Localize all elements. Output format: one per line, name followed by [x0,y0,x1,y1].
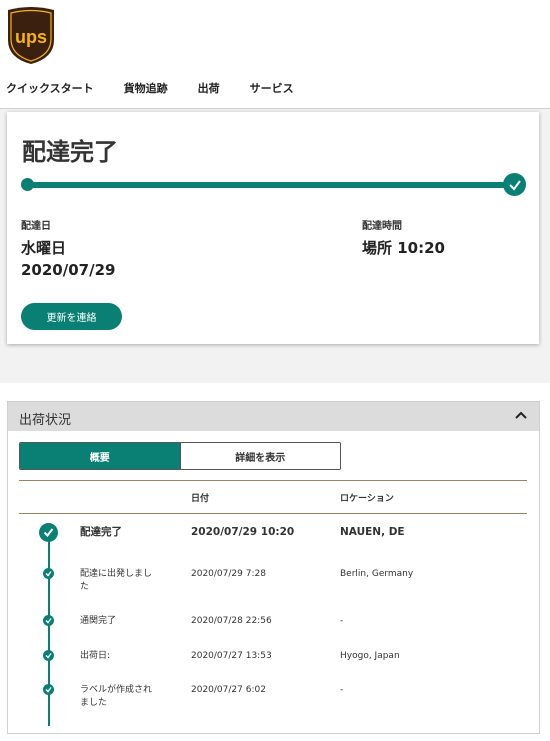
table-top-border [19,480,527,481]
event-location: Hyogo, Japan [340,651,400,661]
event-location: Berlin, Germany [340,569,414,579]
event-status: ラベルが作成されました [80,685,153,708]
event-date: 2020/07/27 6:02 [191,685,266,695]
progress-track [22,182,512,188]
site-header: ups クイックスタート 貨物追跡 出荷 サービス [0,0,550,109]
tab-summary[interactable]: 概要 [20,443,180,469]
event-date: 2020/07/29 10:20 [191,526,295,538]
ups-logo[interactable]: ups [6,6,56,66]
event-status: 通関完了 [80,616,117,626]
event-date: 2020/07/27 13:53 [191,651,272,661]
check-circle-icon [43,650,54,661]
column-location: ロケーション [340,494,394,504]
event-status: 出荷日: [80,651,111,661]
status-title: 配達完了 [22,138,118,166]
nav-services[interactable]: サービス [250,80,294,96]
shipment-progress-section: 出荷状況 概要 詳細を表示 日付 ロケーション 配達完了 2020/07/29 … [7,401,540,734]
nav-quickstart[interactable]: クイックスタート [6,80,94,96]
svg-text:ups: ups [15,27,47,47]
table-header-border [19,513,527,514]
progress-start-dot [21,178,34,191]
tab-details[interactable]: 詳細を表示 [179,443,340,469]
chevron-up-icon[interactable] [515,410,527,420]
column-date: 日付 [191,494,210,504]
delivery-weekday: 水曜日 [21,239,67,257]
delivery-time-label: 配達時間 [362,221,402,232]
view-toggle: 概要 詳細を表示 [19,442,341,470]
nav-shipping[interactable]: 出荷 [198,80,220,96]
update-contact-button[interactable]: 更新を連絡 [21,303,122,330]
event-date: 2020/07/29 7:28 [191,569,266,579]
delivery-date-label: 配達日 [21,221,51,232]
check-circle-icon [39,523,58,542]
delivery-date: 2020/07/29 [21,261,116,279]
main-nav: クイックスタート 貨物追跡 出荷 サービス [6,80,324,96]
check-circle-icon [43,615,54,626]
nav-tracking[interactable]: 貨物追跡 [124,80,168,96]
progress-complete-check-icon [503,173,526,196]
event-location: - [340,616,344,626]
check-circle-icon [43,568,54,579]
event-location: - [340,685,344,695]
event-location: NAUEN, DE [340,526,405,538]
event-status: 配達に出発しました [80,569,153,592]
delivery-time-value: 場所 10:20 [362,239,445,257]
event-status: 配達完了 [80,526,122,538]
event-date: 2020/07/28 22:56 [191,616,272,626]
section-header[interactable]: 出荷状況 [8,402,539,431]
check-circle-icon [43,684,54,695]
section-title: 出荷状況 [19,413,72,428]
